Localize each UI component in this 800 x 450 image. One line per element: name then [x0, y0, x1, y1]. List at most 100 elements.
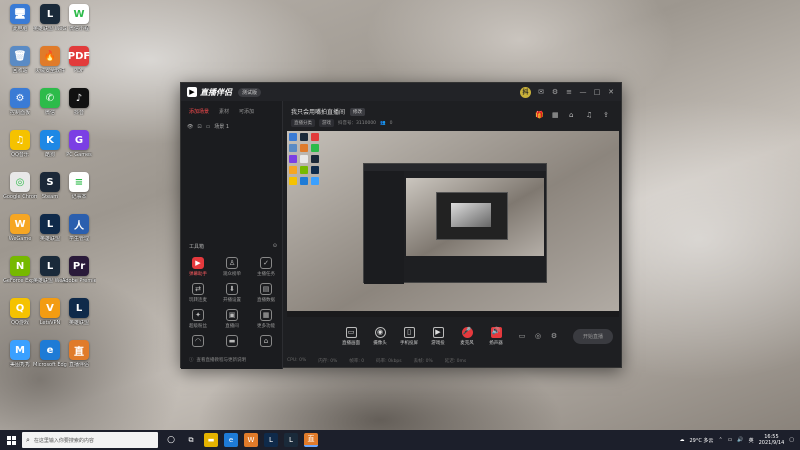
- toolbox-more-icon[interactable]: ⊙: [273, 243, 277, 250]
- bottom-toolbar-button[interactable]: ▶ 游戏投: [424, 326, 452, 346]
- notification-icon[interactable]: ▢: [789, 437, 794, 443]
- left-footer-text[interactable]: 查看直播教程与更新说明: [197, 357, 247, 363]
- desktop-icon[interactable]: M 美图秀秀: [3, 340, 37, 368]
- gift-icon[interactable]: 🎁: [535, 111, 544, 119]
- title-bar[interactable]: ▶ 直播伴侣 测试版 抖 ✉ ⚙ ≡ — □ ✕: [181, 83, 621, 101]
- toolbox-item[interactable]: ▬: [219, 335, 245, 349]
- toolbox-item[interactable]: ✓ 主播任务: [253, 257, 279, 277]
- network-icon[interactable]: ▭: [728, 437, 733, 443]
- bottom-toolbar-button[interactable]: ▭ 直播画面: [337, 326, 365, 346]
- wegame-icon[interactable]: W: [244, 433, 258, 447]
- desktop-icon[interactable]: W WeGame: [3, 214, 37, 242]
- ime-icon[interactable]: 英: [749, 437, 754, 444]
- desktop-icon[interactable]: Pr Adobe Premiere: [62, 256, 96, 284]
- toolbox-item[interactable]: ⌂: [253, 335, 279, 349]
- room-chip[interactable]: 直播分类: [291, 119, 315, 127]
- desktop-icon[interactable]: ⚙ 控制面板: [3, 88, 37, 116]
- desktop-icon-label: PDF: [74, 68, 84, 74]
- desktop-icon[interactable]: L 英雄联盟: [62, 298, 96, 326]
- bottom-toolbar-button[interactable]: ◉ 摄像头: [366, 326, 394, 346]
- shop-icon[interactable]: ⌂: [569, 111, 577, 119]
- lol-icon[interactable]: L: [264, 433, 278, 447]
- left-footer[interactable]: ⓘ 查看直播教程与更新说明: [189, 357, 246, 363]
- clock[interactable]: 16:55 2021/9/14: [759, 434, 785, 446]
- desktop-icon-label: 学生管理: [68, 236, 89, 242]
- room-title-edit[interactable]: 修改: [350, 107, 366, 116]
- desktop-icon[interactable]: ♪ 抖音: [62, 88, 96, 116]
- file-explorer-icon[interactable]: ▬: [204, 433, 218, 447]
- desktop-icon[interactable]: ≡ 记事本: [62, 172, 96, 200]
- eye-icon[interactable]: 👁: [187, 124, 193, 130]
- tab-add-scene[interactable]: 添加场景: [189, 108, 209, 115]
- tool-label: 主播任务: [257, 272, 275, 277]
- live-companion-task-icon[interactable]: 直: [304, 433, 318, 447]
- toolbox-item[interactable]: ⇄ 玩转连麦: [185, 283, 211, 303]
- toolbox-item[interactable]: ◠: [185, 335, 211, 349]
- desktop-icon[interactable]: 🗑 回收站: [3, 46, 37, 74]
- toolbox-item[interactable]: ▶ 弹幕助手: [185, 257, 211, 277]
- task-view-icon[interactable]: ○: [164, 433, 178, 447]
- desktop-icon[interactable]: 🖥 此电脑: [3, 4, 37, 32]
- toolbox-item[interactable]: ▤ 直播数据: [253, 283, 279, 303]
- weather-text[interactable]: 29°C 多云: [689, 437, 713, 444]
- volume-icon[interactable]: 🔊: [737, 437, 743, 443]
- grid-icon[interactable]: ▦: [552, 111, 560, 119]
- search-placeholder[interactable]: 在这里输入你要搜索的内容: [34, 437, 94, 444]
- bottom-toolbar-button[interactable]: ▯ 手机投屏: [395, 326, 423, 346]
- weather-icon[interactable]: ☁: [679, 437, 684, 443]
- tab-assets[interactable]: 素材: [219, 108, 229, 115]
- tray-up-icon[interactable]: ⌃: [718, 437, 722, 443]
- minimize-icon[interactable]: —: [579, 88, 587, 96]
- desktop-icon[interactable]: Q QQ游戏: [3, 298, 37, 326]
- live-preview[interactable]: [287, 131, 619, 317]
- bottom-toolbar-button[interactable]: 🔊 扬声器: [482, 326, 510, 346]
- desktop-icon[interactable]: W 微信小程: [62, 4, 96, 32]
- scene-row[interactable]: 👁 ⊡ ▭ 场景 1: [181, 119, 282, 134]
- lock-icon[interactable]: ⊡: [197, 124, 201, 130]
- live-companion-window: ▶ 直播伴侣 测试版 抖 ✉ ⚙ ≡ — □ ✕ 添加场景 素材 可添加 👁 ⊡…: [180, 82, 622, 369]
- toolbox-item[interactable]: ⬇ 开播设置: [219, 283, 245, 303]
- room-chip[interactable]: 游戏: [319, 119, 334, 127]
- room-id: 抖音号：3110000: [338, 121, 377, 126]
- lol-wegame-icon[interactable]: L: [284, 433, 298, 447]
- desktop-icon[interactable]: 直直播伴侣: [62, 340, 96, 368]
- tab-addable[interactable]: 可添加: [239, 108, 254, 115]
- desktop-icon[interactable]: 人学生管理: [62, 214, 96, 242]
- preview-desktop-icons: [289, 133, 327, 185]
- message-icon[interactable]: ✉: [537, 88, 545, 96]
- avatar[interactable]: 抖: [520, 86, 531, 98]
- desktop-icon[interactable]: ◎ Google Chrome: [3, 172, 37, 200]
- menu-icon[interactable]: ≡: [565, 88, 573, 96]
- toolbox-item[interactable]: ▣ 直播间: [219, 309, 245, 329]
- desktop-icon[interactable]: PDF PDF: [62, 46, 96, 74]
- app-icon: N: [10, 256, 30, 276]
- desktop-icon[interactable]: ♫ QQ音乐: [3, 130, 37, 158]
- bell-icon[interactable]: ♫: [586, 111, 594, 119]
- taskbar-search[interactable]: ⌕ 在这里输入你要搜索的内容: [22, 432, 158, 448]
- app-icon: Pr: [69, 256, 89, 276]
- toolbox-item[interactable]: ✦ 超级粉丝: [185, 309, 211, 329]
- tool-icon: ♙: [226, 257, 238, 269]
- mini-desktop-icon: [289, 155, 297, 163]
- bottom-toolbar-button[interactable]: 🎤 麦克风: [453, 326, 481, 346]
- settings-icon[interactable]: ⚙: [551, 88, 559, 96]
- eye-toggle-icon[interactable]: ◎: [533, 332, 543, 340]
- mini-desktop-icon: [300, 133, 308, 141]
- toolbox-item[interactable]: ▦ 更多功能: [253, 309, 279, 329]
- camera-side-icon[interactable]: ▭: [517, 332, 527, 340]
- viewer-icon: 👥: [380, 120, 386, 126]
- share-icon[interactable]: ⇪: [603, 111, 611, 119]
- version-badge[interactable]: 测试版: [238, 87, 262, 97]
- edge-icon[interactable]: e: [224, 433, 238, 447]
- left-panel: 添加场景 素材 可添加 👁 ⊡ ▭ 场景 1 工具箱 ⊙ ▶ 弹幕助手 ♙ 观众榜单 ✓…: [181, 101, 283, 369]
- start-live-button[interactable]: 开始直播: [572, 328, 613, 344]
- status-item: 丢帧: 0%: [413, 359, 433, 364]
- desktop-icon[interactable]: N GeForce Experience: [3, 256, 37, 284]
- start-button[interactable]: [0, 430, 22, 450]
- multitask-icon[interactable]: ⧉: [184, 433, 198, 447]
- maximize-icon[interactable]: □: [593, 88, 601, 96]
- desktop-icon[interactable]: G PC Games: [62, 130, 96, 158]
- toolbox-item[interactable]: ♙ 观众榜单: [219, 257, 245, 277]
- close-icon[interactable]: ✕: [607, 88, 615, 96]
- gear-icon[interactable]: ⚙: [549, 332, 559, 340]
